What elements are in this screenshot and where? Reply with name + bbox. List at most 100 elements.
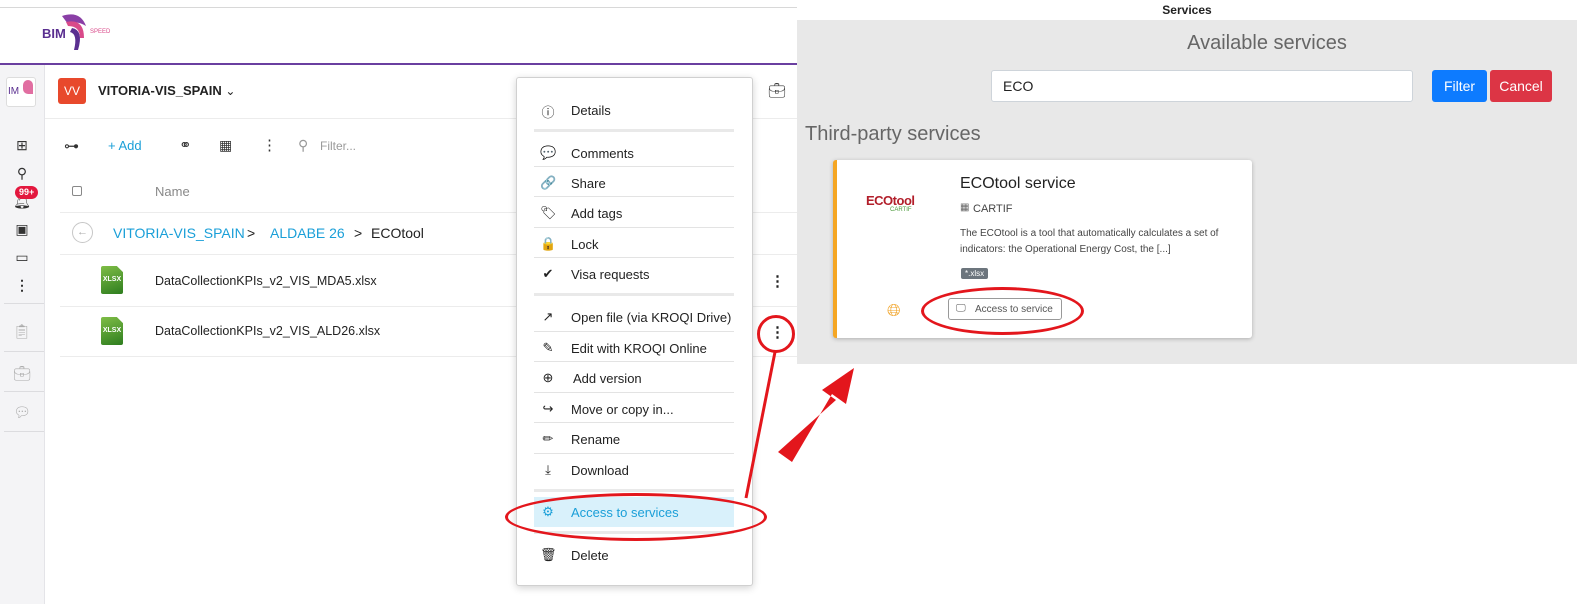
menu-item-add-tags[interactable]: 🏷 Add tags	[534, 198, 734, 228]
dashboard-icon[interactable]: ⊞	[12, 136, 32, 154]
menu-item-lock[interactable]: 🔒 Lock	[534, 229, 734, 259]
left-rail: IM ⊞ ⚲ 🔔︎ ▣ ▭ ⋮ 📋︎ 💼︎ 💬︎	[0, 65, 45, 604]
back-arrow-icon[interactable]: ←	[72, 222, 93, 243]
menu-item-download[interactable]: ⤓ Download	[534, 455, 734, 485]
menu-item-open-file[interactable]: ↗ Open file (via KROQI Drive)	[534, 302, 734, 332]
menu-divider	[534, 227, 734, 228]
menu-item-visa-requests[interactable]: ✔ Visa requests	[534, 259, 734, 289]
briefcase-icon[interactable]: 💼︎	[12, 364, 32, 382]
project-avatar[interactable]: VV	[58, 78, 86, 104]
search-icon: ⚲	[298, 137, 309, 153]
globe-icon: 🌐︎	[887, 301, 901, 320]
services-window-title: Services	[1162, 3, 1212, 17]
annotation-ellipse	[921, 287, 1084, 335]
menu-item-label: Download	[571, 463, 629, 478]
row-menu-icon[interactable]: ⋮	[770, 272, 785, 290]
menu-item-delete[interactable]: 🗑 Delete	[534, 540, 734, 570]
service-title: ECOtool service	[960, 175, 1076, 192]
select-all-checkbox[interactable]	[72, 186, 82, 196]
column-header-name[interactable]: Name	[155, 184, 190, 199]
info-icon: ⓘ	[541, 105, 555, 120]
more-icon[interactable]: ⋮	[262, 136, 277, 154]
chevron-down-icon: ⌄	[225, 84, 236, 98]
menu-divider	[534, 453, 734, 454]
menu-divider	[534, 257, 734, 258]
menu-divider	[534, 392, 734, 393]
briefcase-icon[interactable]: 💼︎	[768, 82, 786, 99]
menu-item-add-version[interactable]: ⊕ Add version	[534, 363, 734, 393]
move-icon: ↪	[542, 401, 554, 416]
tag-icon: 🏷	[540, 205, 557, 220]
menu-item-comments[interactable]: 💬 Comments	[534, 138, 734, 168]
check-circle-icon: ✔	[542, 266, 554, 281]
ecotool-logo: ECOtool CARTIF	[866, 193, 915, 213]
services-heading: Available services	[1187, 32, 1347, 54]
rail-logo[interactable]: IM	[6, 77, 36, 107]
menu-item-label: Details	[571, 103, 611, 118]
rail-divider	[4, 391, 44, 392]
add-button[interactable]: + Add	[108, 138, 142, 153]
menu-item-rename[interactable]: ✏ Rename	[534, 424, 734, 454]
breadcrumb-link-project[interactable]: VITORIA-VIS_SPAIN	[113, 225, 245, 241]
menu-item-edit-online[interactable]: ✎ Edit with KROQI Online	[534, 333, 734, 363]
rail-divider	[4, 303, 44, 304]
menu-item-label: Comments	[571, 146, 634, 161]
contacts-icon[interactable]: ▣	[12, 220, 32, 238]
menu-item-label: Edit with KROQI Online	[571, 341, 707, 356]
annotation-circle	[757, 315, 795, 353]
xlsx-file-icon: XLSX	[101, 266, 123, 294]
link-icon[interactable]: ⚭	[179, 136, 192, 154]
logo-subtext: SPEED	[90, 29, 111, 35]
external-link-icon: ↗	[542, 309, 554, 324]
menu-divider	[534, 129, 734, 132]
notification-badge: 99+	[15, 186, 39, 199]
service-organization: CARTIF	[973, 203, 1013, 215]
menu-divider	[534, 196, 734, 197]
menu-item-label: Lock	[571, 237, 599, 252]
menu-divider	[534, 361, 734, 362]
file-name[interactable]: DataCollectionKPIs_v2_VIS_ALD26.xlsx	[155, 324, 380, 338]
search-icon[interactable]: ⚲	[12, 164, 32, 182]
menu-item-label: Delete	[571, 548, 609, 563]
logo-text: BIM	[42, 26, 66, 41]
breadcrumb-separator: >	[247, 225, 256, 241]
cancel-button[interactable]: Cancel	[1490, 70, 1552, 102]
menu-item-label: Visa requests	[571, 267, 650, 282]
more-icon[interactable]: ⋮	[12, 276, 32, 294]
comment-icon: 💬	[540, 145, 557, 160]
breadcrumb-separator: >	[354, 225, 363, 241]
filter-input[interactable]: Filter...	[320, 139, 356, 153]
menu-divider	[534, 422, 734, 423]
tree-view-icon[interactable]: ⊶	[64, 137, 79, 155]
menu-item-label: Share	[571, 176, 606, 191]
menu-divider	[534, 331, 734, 332]
file-name[interactable]: DataCollectionKPIs_v2_VIS_MDA5.xlsx	[155, 274, 377, 288]
lock-icon: 🔒	[540, 236, 557, 251]
menu-item-label: Open file (via KROQI Drive)	[571, 310, 732, 325]
menu-divider	[534, 489, 734, 492]
edit-doc-icon: ✎	[542, 340, 554, 355]
filter-button[interactable]: Filter	[1432, 70, 1487, 102]
menu-item-move-copy[interactable]: ↪ Move or copy in...	[534, 394, 734, 424]
clipboard-icon[interactable]: 📋︎	[12, 322, 32, 340]
pencil-icon: ✏	[542, 431, 554, 446]
video-icon[interactable]: ▭	[12, 248, 32, 266]
menu-item-label: Add version	[573, 371, 642, 386]
project-selector[interactable]: VITORIA-VIS_SPAIN ⌄	[98, 83, 235, 98]
add-version-icon: ⊕	[542, 370, 554, 385]
service-search-input[interactable]	[991, 70, 1413, 102]
menu-item-label: Rename	[571, 432, 621, 447]
file-type-badge: *.xlsx	[961, 268, 989, 279]
menu-item-share[interactable]: 🔗 Share	[534, 168, 734, 198]
share-icon: 🔗	[540, 175, 557, 190]
chat-icon[interactable]: 💬︎	[12, 403, 32, 421]
rail-logo-text: IM	[8, 86, 20, 97]
menu-divider	[534, 293, 734, 296]
trash-icon: 🗑	[540, 547, 557, 562]
top-border	[0, 7, 797, 8]
menu-item-label: Add tags	[571, 206, 623, 221]
menu-item-details[interactable]: ⓘ Details	[534, 95, 734, 125]
breadcrumb-current: ECOtool	[371, 225, 424, 241]
grid-view-icon[interactable]: ▦	[219, 137, 232, 154]
breadcrumb-link-folder[interactable]: ALDABE 26	[270, 225, 345, 241]
